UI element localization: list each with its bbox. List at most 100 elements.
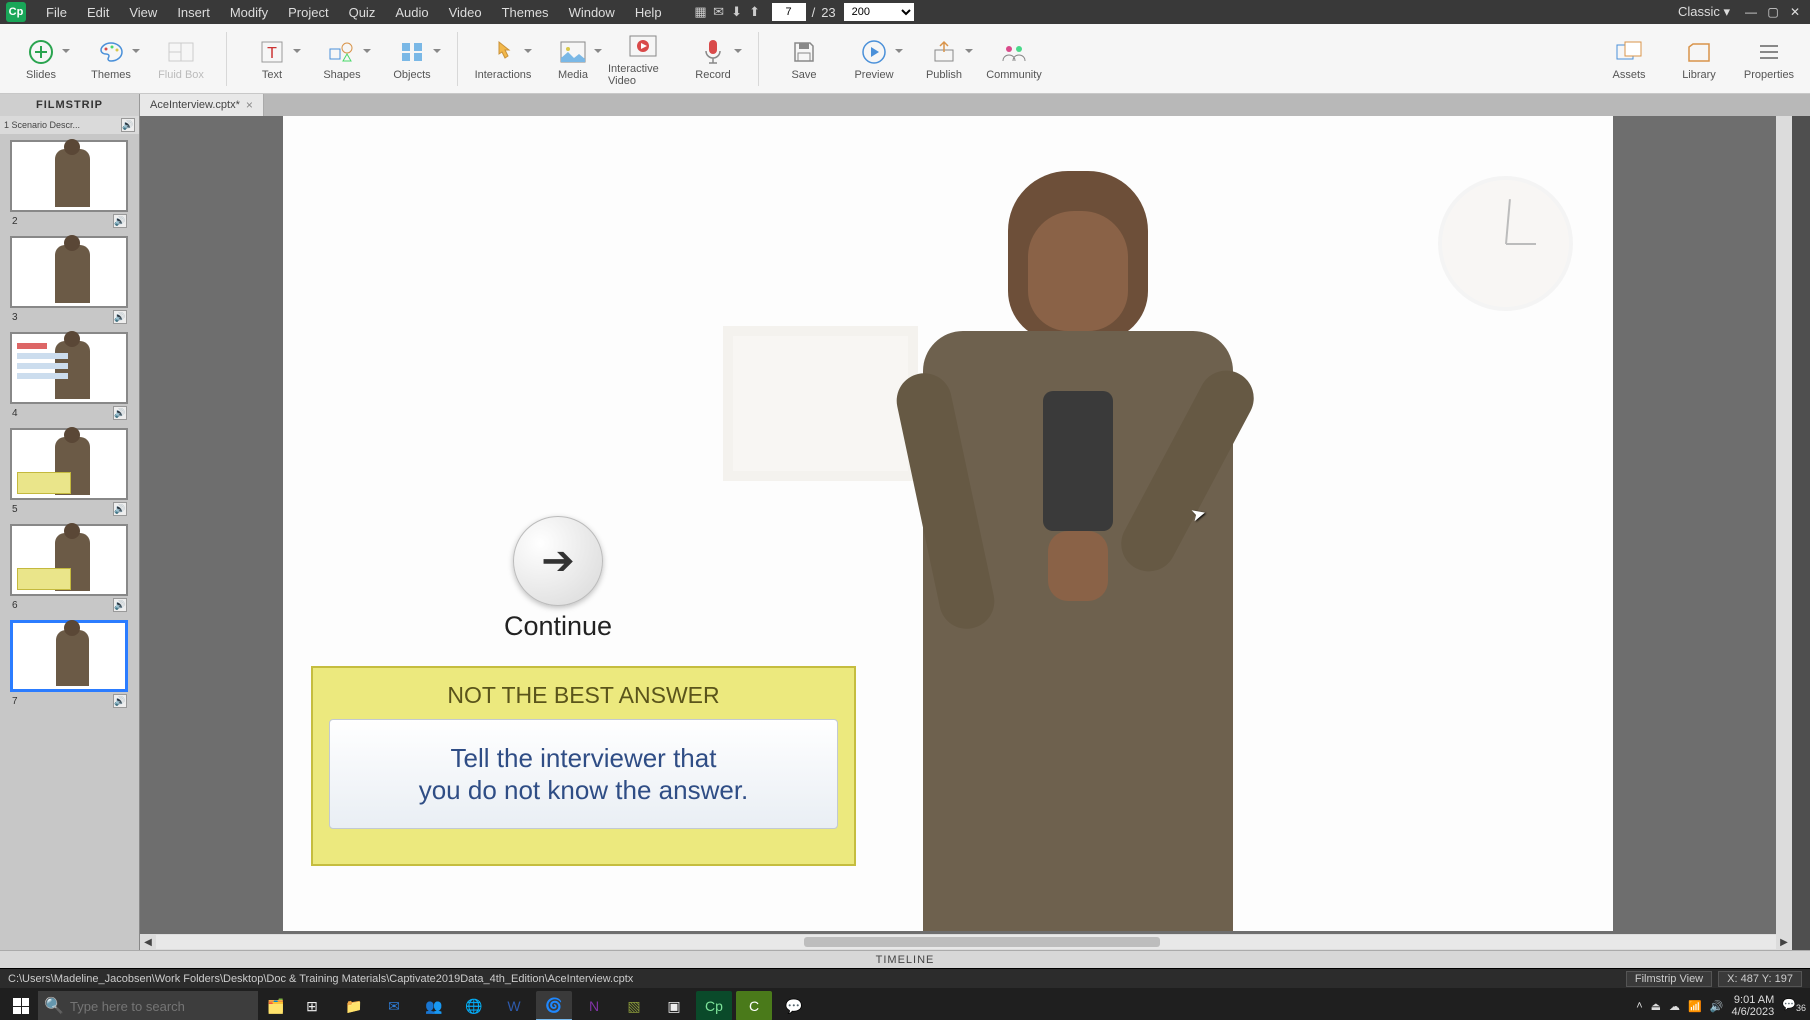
tray-chevron-icon[interactable]: ˄: [1636, 1000, 1642, 1012]
upload-icon[interactable]: ⬆: [746, 3, 764, 21]
continue-button[interactable]: ➔: [513, 516, 603, 606]
mail-icon[interactable]: ✉: [710, 3, 728, 21]
speaker-icon[interactable]: 🔊: [113, 310, 127, 324]
tray-wifi-icon[interactable]: 📶: [1688, 1000, 1702, 1013]
menu-file[interactable]: File: [36, 5, 77, 20]
scroll-right-icon[interactable]: ▶: [1776, 934, 1792, 950]
status-path: C:\Users\Madeline_Jacobsen\Work Folders\…: [8, 973, 633, 985]
skype-icon[interactable]: 💬: [776, 991, 812, 1020]
slide-thumbnail-6[interactable]: 6🔊: [10, 524, 129, 614]
app-teal-icon[interactable]: ▣: [656, 991, 692, 1020]
menu-audio[interactable]: Audio: [385, 5, 438, 20]
thumb-number: 2: [12, 216, 113, 227]
tab-close-icon[interactable]: ×: [246, 98, 253, 112]
outlook-icon[interactable]: ✉: [376, 991, 412, 1020]
library-tool[interactable]: Library: [1664, 27, 1734, 91]
edge-icon[interactable]: 🌀: [536, 991, 572, 1020]
community-tool[interactable]: Community: [979, 27, 1049, 91]
right-panel-collapsed[interactable]: [1792, 116, 1810, 950]
tray-cloud-icon[interactable]: ☁: [1669, 1000, 1680, 1013]
presenter-character[interactable]: [903, 171, 1253, 931]
menu-project[interactable]: Project: [278, 5, 338, 20]
minimize-button[interactable]: —: [1742, 4, 1760, 20]
download-icon[interactable]: ⬇: [728, 3, 746, 21]
speaker-icon[interactable]: 🔊: [113, 406, 127, 420]
slide-thumbnail-7[interactable]: 7🔊: [10, 620, 129, 710]
answer-text: Tell the interviewer thatyou do not know…: [419, 742, 749, 807]
filmstrip-panel[interactable]: 1 Scenario Descr... 🔊 2🔊3🔊4🔊5🔊6🔊7🔊: [0, 116, 140, 950]
menu-view[interactable]: View: [119, 5, 167, 20]
slide-thumbnail-2[interactable]: 2🔊: [10, 140, 129, 230]
file-explorer-icon[interactable]: 📁: [336, 991, 372, 1020]
answer-box-inner: Tell the interviewer thatyou do not know…: [329, 719, 838, 829]
media-tool[interactable]: Media: [538, 27, 608, 91]
speaker-icon[interactable]: 🔊: [113, 598, 127, 612]
scroll-left-icon[interactable]: ◀: [140, 934, 156, 950]
maximize-button[interactable]: ▢: [1764, 4, 1782, 20]
speaker-icon[interactable]: 🔊: [121, 118, 135, 132]
thumb-number: 3: [12, 312, 113, 323]
slide-canvas[interactable]: ➔ Continue NOT THE BEST ANSWER Tell the …: [283, 116, 1613, 931]
publish-tool[interactable]: Publish: [909, 27, 979, 91]
objects-tool[interactable]: Objects: [377, 27, 447, 91]
teams-icon[interactable]: 👥: [416, 991, 452, 1020]
tray-clock[interactable]: 9:01 AM4/6/2023: [1731, 994, 1774, 1018]
chrome-icon[interactable]: 🌐: [456, 991, 492, 1020]
slide-thumbnail-4[interactable]: 4🔊: [10, 332, 129, 422]
timeline-panel[interactable]: TIMELINE: [0, 950, 1810, 968]
slide-thumbnail-3[interactable]: 3🔊: [10, 236, 129, 326]
answer-box[interactable]: NOT THE BEST ANSWER Tell the interviewer…: [311, 666, 856, 866]
interactions-tool[interactable]: Interactions: [468, 27, 538, 91]
close-button[interactable]: ✕: [1786, 4, 1804, 20]
speaker-icon[interactable]: 🔊: [113, 694, 127, 708]
file-tab[interactable]: AceInterview.cptx* ×: [140, 94, 264, 116]
filmstrip-toprow[interactable]: 1 Scenario Descr... 🔊: [0, 116, 139, 134]
menu-quiz[interactable]: Quiz: [339, 5, 386, 20]
text-tool[interactable]: TText: [237, 27, 307, 91]
task-view-icon[interactable]: ⊞: [294, 991, 330, 1020]
app-logo: Cp: [6, 2, 26, 22]
layout-icon[interactable]: ▦: [692, 3, 710, 21]
captivate-icon[interactable]: Cp: [696, 991, 732, 1020]
system-tray[interactable]: ˄ ⏏ ☁ 📶 🔊 9:01 AM4/6/2023 💬36: [1636, 994, 1806, 1018]
slide-thumbnail-5[interactable]: 5🔊: [10, 428, 129, 518]
menu-edit[interactable]: Edit: [77, 5, 119, 20]
tray-volume-icon[interactable]: 🔊: [1710, 1000, 1724, 1013]
search-input[interactable]: [70, 999, 240, 1014]
menu-themes[interactable]: Themes: [492, 5, 559, 20]
vertical-scrollbar[interactable]: [1776, 116, 1792, 934]
menu-insert[interactable]: Insert: [167, 5, 220, 20]
start-button[interactable]: [4, 991, 38, 1020]
status-bar: C:\Users\Madeline_Jacobsen\Work Folders\…: [0, 968, 1810, 988]
menu-video[interactable]: Video: [439, 5, 492, 20]
zoom-select[interactable]: 200: [844, 3, 914, 21]
tray-usb-icon[interactable]: ⏏: [1651, 1000, 1661, 1013]
speaker-icon[interactable]: 🔊: [113, 502, 127, 516]
menu-modify[interactable]: Modify: [220, 5, 278, 20]
explorer-double-icon[interactable]: 🗂️: [258, 991, 294, 1020]
properties-tool[interactable]: Properties: [1734, 27, 1804, 91]
speaker-icon[interactable]: 🔊: [113, 214, 127, 228]
record-tool[interactable]: Record: [678, 27, 748, 91]
save-tool[interactable]: Save: [769, 27, 839, 91]
taskbar-search[interactable]: 🔍: [38, 991, 258, 1020]
slides-tool[interactable]: Slides: [6, 27, 76, 91]
menu-help[interactable]: Help: [625, 5, 672, 20]
menu-window[interactable]: Window: [559, 5, 625, 20]
scroll-thumb[interactable]: [804, 937, 1160, 947]
shapes-tool[interactable]: Shapes: [307, 27, 377, 91]
themes-tool[interactable]: Themes: [76, 27, 146, 91]
assets-tool[interactable]: Assets: [1594, 27, 1664, 91]
preview-tool[interactable]: Preview: [839, 27, 909, 91]
tray-notifications[interactable]: 💬36: [1782, 998, 1806, 1013]
app-green-icon[interactable]: ▧: [616, 991, 652, 1020]
workspace-switcher[interactable]: Classic ▾: [1672, 2, 1736, 22]
word-icon[interactable]: W: [496, 991, 532, 1020]
taskbar: 🔍 🗂️ ⊞ 📁 ✉ 👥 🌐 W 🌀 N ▧ ▣ Cp C 💬 ˄ ⏏ ☁ 📶 …: [0, 988, 1810, 1020]
onenote-icon[interactable]: N: [576, 991, 612, 1020]
interactive-video-tool[interactable]: Interactive Video: [608, 27, 678, 91]
current-slide-input[interactable]: [772, 3, 806, 21]
horizontal-scrollbar[interactable]: ◀ ▶: [140, 934, 1792, 950]
continue-label: Continue: [483, 611, 633, 642]
camtasia-icon[interactable]: C: [736, 991, 772, 1020]
